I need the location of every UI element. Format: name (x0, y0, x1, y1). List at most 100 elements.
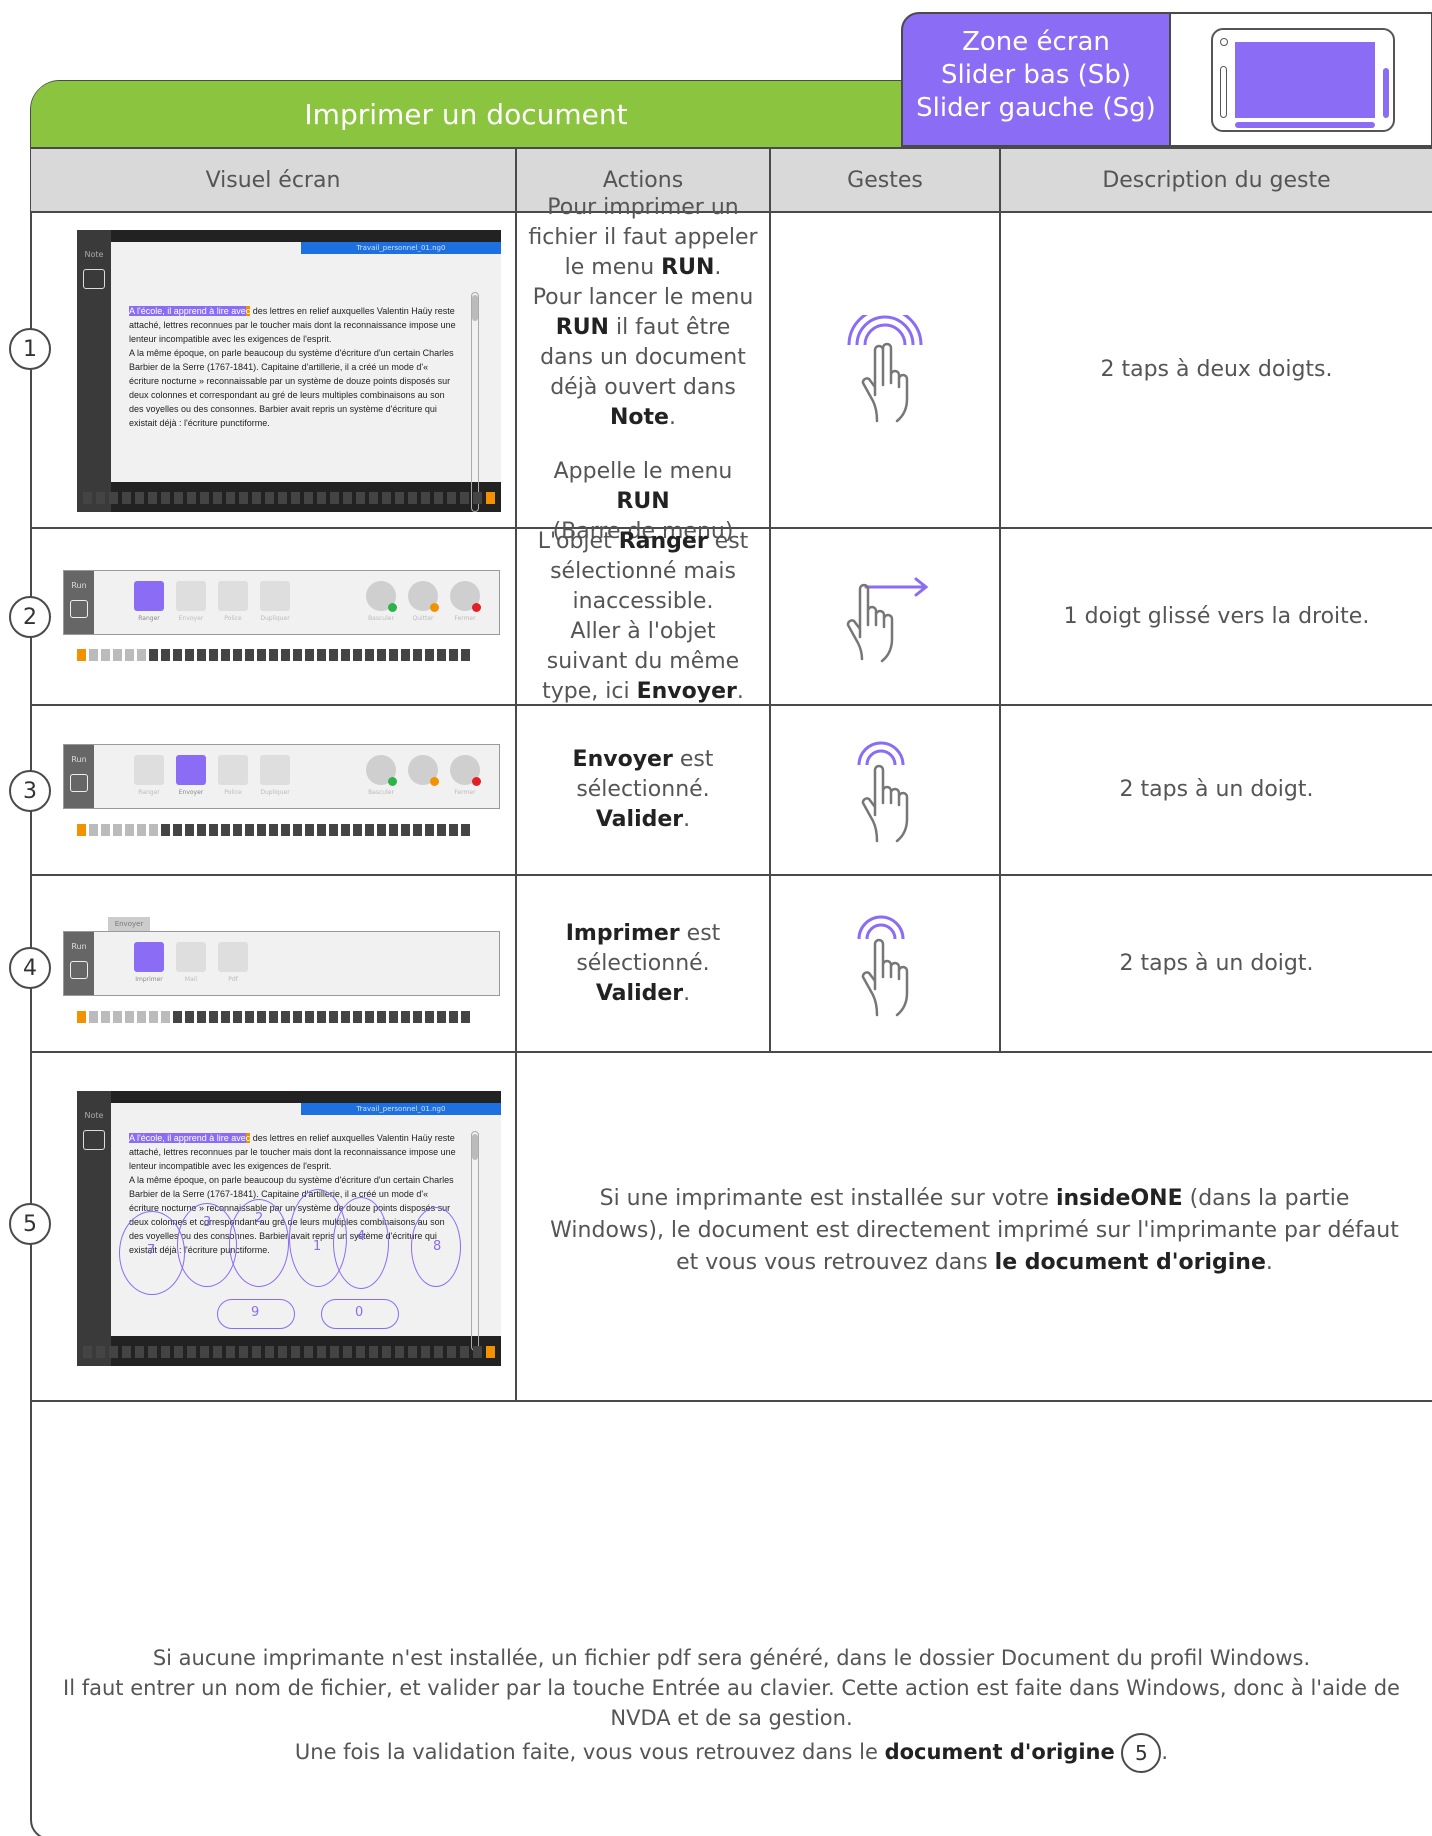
scrollbar (471, 292, 479, 512)
braille-bar (77, 492, 501, 508)
description-cell: 2 taps à un doigt. (1119, 950, 1314, 976)
key-9-label: 9 (251, 1305, 260, 1320)
action-text: . (683, 807, 691, 832)
description-cell: 1 doigt glissé vers la droite. (1063, 603, 1370, 629)
gesture-cell (771, 529, 1001, 704)
one-finger-double-tap-icon (857, 915, 909, 1016)
pdf-tile (218, 942, 248, 972)
text-highlight: A l'école, il apprend à lire ave (129, 306, 246, 316)
basculer-label: Basculer (368, 615, 394, 622)
scrollbar (471, 1131, 479, 1351)
zone-line-2: Slider bas (Sb) (941, 60, 1131, 90)
run-label: Run (71, 581, 87, 590)
action-text: . (668, 405, 676, 430)
result-cell: Si une imprimante est installée sur votr… (517, 1053, 1432, 1400)
action-text: Pour lancer le menu (532, 285, 754, 310)
two-finger-double-tap-icon (847, 315, 923, 423)
police-label: Police (224, 789, 242, 796)
note-screenshot: Note Travail_personnel_01.ng0 A l'école,… (77, 1091, 501, 1366)
run-label: Run (71, 942, 87, 951)
header-gestes: Gestes (771, 149, 1001, 211)
bottom-line-2: Il faut entrer un nom de fichier, et val… (63, 1676, 1400, 1730)
result-keyword: le document d'origine (994, 1250, 1266, 1275)
actions-cell: Imprimer est sélectionné. Valider. (517, 876, 771, 1051)
text-p2: A la même époque, on parle beaucoup du s… (129, 348, 454, 428)
action-text: L'objet (537, 528, 612, 554)
police-label: Police (224, 615, 242, 622)
key-8-label: 8 (433, 1239, 442, 1254)
zone-line-1: Zone écran (962, 27, 1110, 57)
run-icon (70, 961, 88, 979)
dupliquer-tile (260, 581, 290, 611)
bottom-line-3-text: Une fois la validation faite, vous vous … (294, 1740, 878, 1764)
header-description: Description du geste (1102, 167, 1331, 193)
page-title-text: Imprimer un document (304, 97, 628, 131)
ranger-label: Ranger (138, 789, 160, 796)
visuel-cell: Run Ranger Envoyer Police Dupliquer Basc… (31, 706, 517, 874)
action-keyword: Envoyer (636, 678, 737, 704)
step-row-2: Run Ranger Envoyer Police Dupliquer Basc… (31, 529, 1432, 706)
note-label: Note (84, 1111, 104, 1120)
quitter-label: Quitter (412, 615, 434, 622)
envoyer-tile (176, 581, 206, 611)
action-keyword: Valider (595, 807, 684, 832)
step-number-2: 2 (9, 596, 51, 638)
step-reference-5: 5 (1121, 1733, 1162, 1773)
bottom-keyword: document d'origine (884, 1740, 1115, 1764)
visuel-cell: Note Travail_personnel_01.ng0 A l'école,… (31, 1053, 517, 1400)
actions-cell: L'objet Ranger est sélectionné mais inac… (517, 529, 771, 704)
run-menu-screenshot: Run Ranger Envoyer Police Dupliquer Basc… (63, 744, 500, 809)
header-visuel: Visuel écran (31, 149, 517, 211)
braille-bar (77, 824, 470, 838)
imprimer-tile (134, 942, 164, 972)
braille-bar (77, 1346, 501, 1362)
police-tile (218, 581, 248, 611)
step-row-1: Note Travail_personnel_01.ng0 A l'école,… (31, 195, 1432, 544)
run-menu-screenshot: Run Ranger Envoyer Police Dupliquer Basc… (63, 570, 500, 635)
text-highlight: A l'école, il apprend à lire ave (129, 1133, 246, 1143)
bottom-line-3-end: . (1161, 1740, 1169, 1764)
one-finger-swipe-right-icon (846, 577, 929, 662)
step-number-1: 1 (9, 328, 51, 370)
key-7-label: 7 (147, 1243, 156, 1258)
file-tab: Travail_personnel_01.ng0 (301, 1103, 501, 1115)
basculer-label: Basculer (368, 789, 394, 796)
action-keyword: RUN (661, 255, 715, 280)
action-keyword: RUN (616, 489, 670, 514)
zone-label: Zone écran Slider bas (Sb) Slider gauche… (901, 12, 1171, 147)
bottom-note: Si aucune imprimante n'est installée, un… (31, 1643, 1432, 1773)
ranger-tile (134, 755, 164, 785)
imprimer-label: Imprimer (135, 976, 163, 983)
mail-label: Mail (184, 976, 198, 983)
device-illustration (1171, 12, 1432, 147)
fermer-label: Fermer (454, 615, 476, 622)
run-sidebar: Run (64, 745, 94, 808)
note-sidebar: Note (77, 230, 111, 512)
note-page: Travail_personnel_01.ng0 A l'école, il a… (111, 242, 501, 512)
note-sidebar: Note (77, 1091, 111, 1366)
tablet-icon (1211, 28, 1395, 132)
note-icon (83, 1130, 105, 1150)
action-keyword: Valider (595, 980, 684, 1006)
gesture-cell (771, 876, 1001, 1051)
bottom-line-3: Une fois la validation faite, vous vous … (31, 1733, 1432, 1773)
action-keyword: Ranger (618, 528, 708, 554)
result-text: Si une imprimante est installée sur votr… (547, 1183, 1402, 1279)
actions-cell: Pour imprimer un fichier il faut appeler… (517, 195, 771, 544)
send-menu-screenshot: Run Imprimer Mail Pdf (63, 931, 500, 996)
dupliquer-label: Dupliquer (260, 615, 290, 622)
action-text: . (714, 255, 722, 280)
fermer-label: Fermer (454, 789, 476, 796)
step-number-5: 5 (9, 1203, 51, 1245)
visuel-cell: Note Travail_personnel_01.ng0 A l'école,… (31, 213, 517, 527)
envoyer-label: Envoyer (178, 615, 204, 622)
product-name: insideONE (1055, 1186, 1183, 1211)
result-text-part: . (1265, 1250, 1273, 1275)
braille-bar (77, 649, 470, 663)
actions-cell: Envoyer est sélectionné. Valider. (517, 706, 771, 874)
pdf-label: Pdf (228, 976, 238, 983)
run-sidebar: Run (64, 571, 94, 634)
envoyer-label: Envoyer (178, 789, 204, 796)
key-2-label: 2 (255, 1211, 264, 1226)
step-number-4: 4 (9, 947, 51, 989)
